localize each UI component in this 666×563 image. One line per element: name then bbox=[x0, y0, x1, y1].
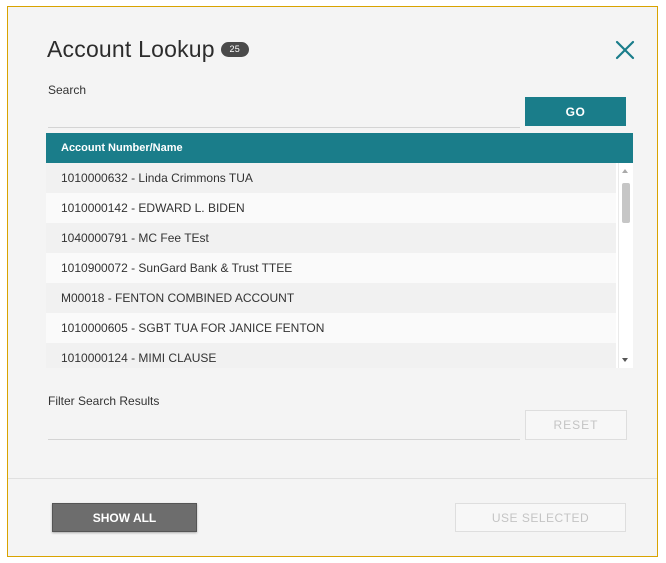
list-item[interactable]: 1010000124 - MIMI CLAUSE bbox=[46, 343, 616, 368]
results-list[interactable]: 1010000632 - Linda Crimmons TUA 10100001… bbox=[46, 163, 633, 368]
scroll-thumb[interactable] bbox=[622, 183, 630, 223]
scroll-up-arrow-icon[interactable] bbox=[622, 169, 628, 173]
list-item[interactable]: 1010000142 - EDWARD L. BIDEN bbox=[46, 193, 616, 223]
go-button[interactable]: GO bbox=[525, 97, 626, 126]
use-selected-button[interactable]: USE SELECTED bbox=[455, 503, 626, 532]
results-scrollbar[interactable] bbox=[618, 163, 633, 368]
account-lookup-dialog: Account Lookup 25 Search GO Account Numb… bbox=[7, 6, 658, 557]
reset-button[interactable]: RESET bbox=[525, 410, 627, 440]
scroll-down-arrow-icon[interactable] bbox=[622, 358, 628, 362]
footer-divider bbox=[8, 478, 657, 479]
search-label: Search bbox=[48, 83, 87, 97]
results-header: Account Number/Name bbox=[46, 133, 633, 163]
list-item[interactable]: 1010000605 - SGBT TUA FOR JANICE FENTON bbox=[46, 313, 616, 343]
close-button[interactable] bbox=[612, 37, 638, 63]
dialog-title: Account Lookup 25 bbox=[47, 36, 249, 63]
show-all-button[interactable]: SHOW ALL bbox=[52, 503, 197, 532]
close-icon bbox=[615, 40, 635, 60]
list-item[interactable]: 1010900072 - SunGard Bank & Trust TTEE bbox=[46, 253, 616, 283]
count-badge: 25 bbox=[220, 42, 249, 57]
list-item[interactable]: M00018 - FENTON COMBINED ACCOUNT bbox=[46, 283, 616, 313]
results-table: Account Number/Name 1010000632 - Linda C… bbox=[46, 133, 633, 368]
filter-input[interactable] bbox=[48, 417, 520, 440]
dialog-title-text: Account Lookup bbox=[47, 36, 215, 62]
search-input[interactable] bbox=[48, 105, 520, 128]
list-item[interactable]: 1010000632 - Linda Crimmons TUA bbox=[46, 163, 616, 193]
filter-label: Filter Search Results bbox=[48, 394, 160, 408]
list-item[interactable]: 1040000791 - MC Fee TEst bbox=[46, 223, 616, 253]
